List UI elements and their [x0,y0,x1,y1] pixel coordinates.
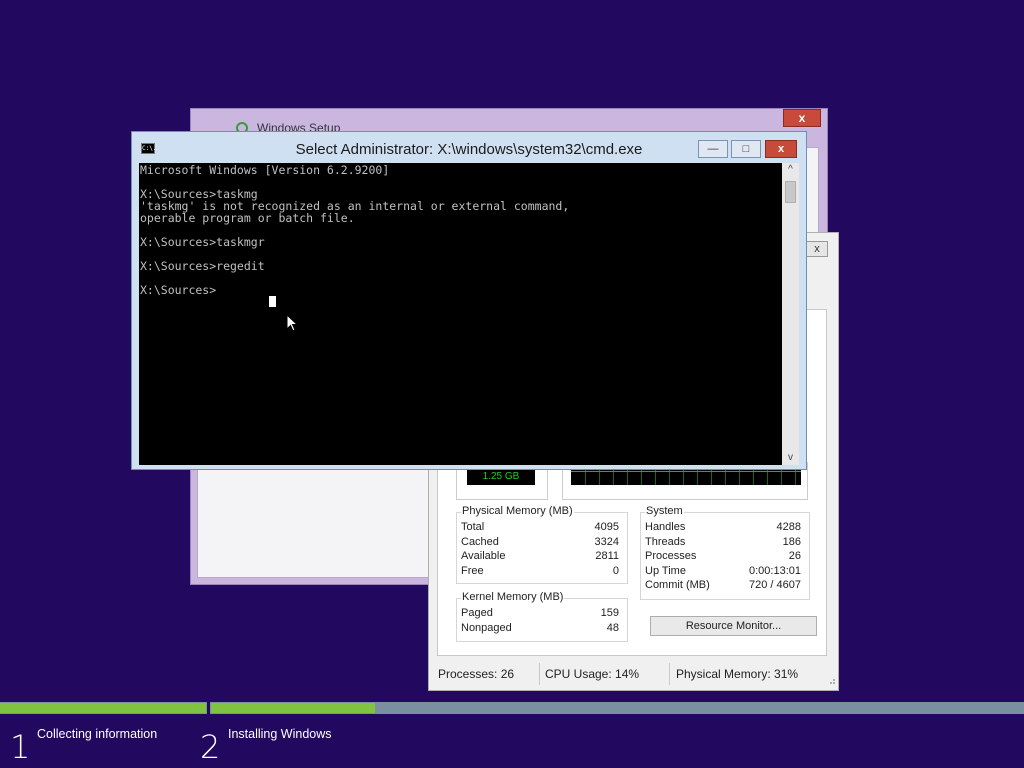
status-cpu-usage: CPU Usage: 14% [545,667,640,681]
kernel-memory-group: Kernel Memory (MB) Paged 159 Nonpaged 48 [456,591,628,642]
console-output: Microsoft Windows [Version 6.2.9200] X:\… [140,163,570,297]
step-1-number: 1 [10,728,31,766]
system-row: Up Time 0:00:13:01 [645,565,801,577]
memory-usage-readout: 1.25 GB [467,469,535,485]
step-2-number: 2 [200,728,221,766]
system-title: System [645,505,684,517]
resize-grip-icon[interactable] [826,675,836,685]
kernel-memory-row: Nonpaged 48 [461,622,619,634]
physical-memory-row: Free 0 [461,565,619,577]
scroll-thumb[interactable] [785,181,796,203]
cmd-console[interactable]: Microsoft Windows [Version 6.2.9200] X:\… [139,163,782,465]
system-row: Handles 4288 [645,521,801,533]
task-manager-close-button[interactable]: x [806,241,828,257]
step-2-label: Installing Windows [228,727,332,741]
resource-monitor-button[interactable]: Resource Monitor... [650,616,817,636]
physical-memory-row: Cached 3324 [461,536,619,548]
mouse-pointer-icon [286,314,299,332]
cmd-close-button[interactable]: x [765,140,797,158]
physical-memory-title: Physical Memory (MB) [461,505,574,517]
system-group: System Handles 4288 Threads 186 Processes 2… [640,505,810,600]
progress-separator [207,702,210,714]
scroll-down-icon[interactable]: v [782,451,799,465]
system-row: Commit (MB) 720 / 4607 [645,579,801,591]
cmd-window: C:\. Select Administrator: X:\windows\sy… [131,131,807,470]
memory-history-graph [571,469,801,485]
progress-step-1-fill [0,703,206,713]
text-cursor [269,296,276,307]
physical-memory-row: Total 4095 [461,521,619,533]
cmd-scrollbar[interactable]: ^ v [782,163,799,465]
minimize-button[interactable]: — [698,140,728,158]
status-processes: Processes: 26 [438,667,515,681]
maximize-button[interactable]: □ [731,140,761,158]
step-1-label: Collecting information [37,727,158,741]
task-manager-status-bar: Processes: 26 CPU Usage: 14% Physical Me… [429,661,838,687]
kernel-memory-title: Kernel Memory (MB) [461,591,565,603]
system-row: Threads 186 [645,536,801,548]
setup-close-button[interactable]: x [783,109,821,127]
progress-step-2-fill [211,703,375,713]
physical-memory-group: Physical Memory (MB) Total 4095 Cached 332… [456,505,628,584]
physical-memory-row: Available 2811 [461,550,619,562]
status-physical-memory: Physical Memory: 31% [676,667,799,681]
kernel-memory-row: Paged 159 [461,607,619,619]
scroll-up-icon[interactable]: ^ [782,163,799,177]
system-row: Processes 26 [645,550,801,562]
